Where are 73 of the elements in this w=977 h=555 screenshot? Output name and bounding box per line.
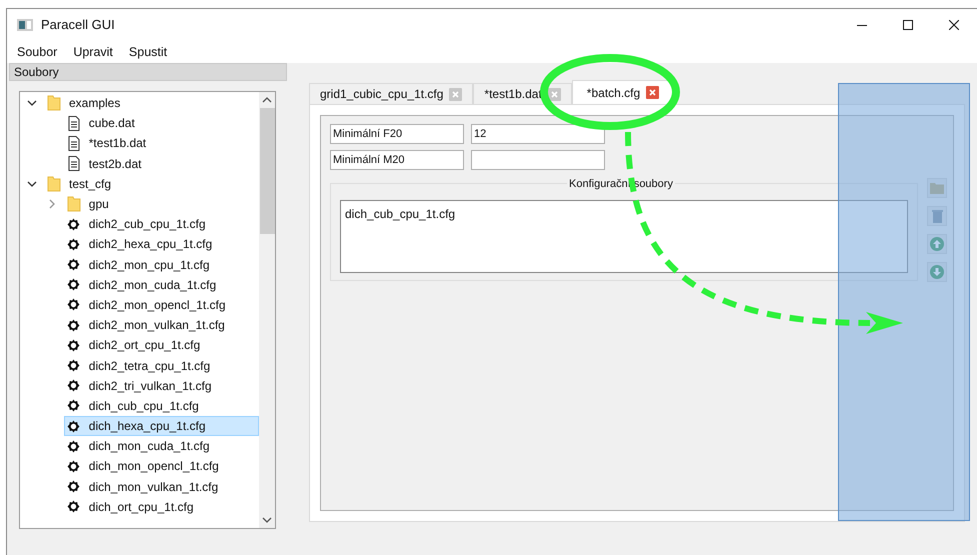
folder-icon [47, 176, 61, 192]
arrow-up-icon [930, 237, 944, 251]
tree-item[interactable]: dich2_tetra_cpu_1t.cfg [64, 356, 259, 376]
folder-icon [930, 182, 944, 194]
tree-item[interactable]: dich2_cub_cpu_1t.cfg [64, 214, 259, 234]
tree-item[interactable]: dich_ort_cpu_1t.cfg [64, 496, 259, 517]
chevron-down-icon[interactable] [27, 98, 37, 108]
scrollbar-thumb[interactable] [260, 108, 274, 234]
field-label: Minimální F20 [330, 124, 464, 144]
gear-icon [67, 500, 80, 514]
gear-icon [67, 318, 80, 332]
maximize-icon [903, 20, 913, 30]
gear-icon [67, 218, 80, 231]
up-button[interactable] [927, 234, 947, 254]
delete-button[interactable] [927, 206, 947, 226]
tree-item[interactable]: dich2_mon_cpu_1t.cfg [64, 254, 259, 275]
arrow-down-icon [930, 265, 944, 279]
panel-header: Soubory [9, 63, 287, 81]
gear-icon [67, 298, 80, 312]
chevron-down-icon[interactable] [27, 178, 37, 189]
tree-item[interactable]: dich2_tri_vulkan_1t.cfg [64, 376, 259, 396]
tree-item[interactable]: dich_cub_cpu_1t.cfg [64, 396, 259, 416]
menu-item[interactable]: Spustit [128, 42, 168, 62]
open-button[interactable] [927, 178, 947, 198]
input-field[interactable] [471, 150, 605, 170]
close-tab-icon[interactable] [646, 86, 660, 99]
document-icon [68, 156, 80, 172]
gear-icon [67, 420, 80, 433]
tree-item[interactable]: dich2_ort_cpu_1t.cfg [64, 335, 259, 356]
list-item[interactable]: dich_cub_cpu_1t.cfg [345, 205, 903, 223]
menu-item[interactable]: Soubor [17, 42, 58, 62]
document-icon [68, 136, 80, 151]
tree-item[interactable]: cube.dat [64, 113, 259, 134]
tree-item[interactable]: dich_hexa_cpu_1t.cfg [64, 416, 259, 436]
gear-icon [67, 338, 80, 352]
tree-item[interactable]: dich2_hexa_cpu_1t.cfg [64, 234, 259, 254]
close-icon [949, 20, 959, 30]
gear-icon [67, 278, 80, 292]
gear-icon [67, 359, 80, 372]
scrollbar[interactable] [259, 92, 275, 528]
tree-item[interactable]: gpu [64, 194, 259, 214]
tree-item[interactable]: dich2_mon_cuda_1t.cfg [64, 274, 259, 295]
tree-item[interactable]: examples [44, 93, 241, 114]
menu-item[interactable]: Upravit [73, 42, 113, 62]
down-button[interactable] [927, 262, 947, 282]
tab[interactable]: grid1_cubic_cpu_1t.cfg [309, 83, 474, 104]
folder-icon [66, 196, 81, 212]
tree-item[interactable]: dich_mon_opencl_1t.cfg [64, 456, 259, 476]
close-tab-icon[interactable] [449, 88, 462, 100]
folder-icon [47, 95, 61, 112]
tree-item[interactable]: dich_mon_vulkan_1t.cfg [64, 476, 259, 497]
minimize-icon [857, 24, 867, 26]
gear-icon [67, 460, 80, 473]
tree-item[interactable]: dich2_mon_opencl_1t.cfg [64, 294, 259, 315]
window-title: Paracell GUI [41, 16, 115, 34]
tree-item[interactable]: dich2_mon_vulkan_1t.cfg [64, 315, 259, 336]
gear-icon [67, 480, 80, 494]
trash-icon [932, 209, 942, 223]
tree-item[interactable]: test_cfg [44, 174, 241, 194]
field-label: Minimální M20 [330, 150, 464, 170]
tab[interactable]: *batch.cfg [572, 80, 674, 104]
gear-icon [67, 238, 80, 251]
tree-item[interactable]: test2b.dat [64, 154, 259, 174]
gear-icon [67, 258, 80, 272]
gear-icon [67, 440, 80, 453]
gear-icon [67, 379, 80, 392]
input-field[interactable]: 12 [471, 124, 605, 144]
app-icon [17, 19, 33, 31]
chevron-right-icon[interactable] [46, 199, 57, 210]
tree-item[interactable]: dich_mon_cuda_1t.cfg [64, 436, 259, 456]
document-icon [68, 116, 80, 131]
tree-item[interactable]: *test1b.dat [64, 133, 259, 154]
gear-icon [67, 399, 80, 412]
